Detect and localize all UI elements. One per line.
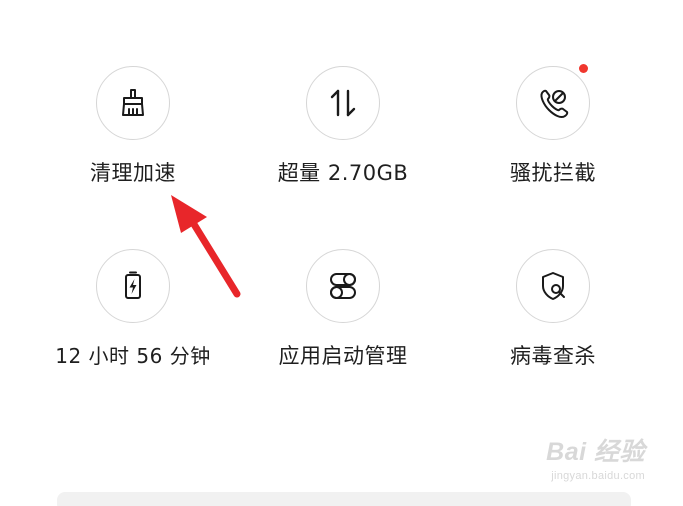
battery-button[interactable] (96, 249, 170, 323)
notification-badge (579, 64, 588, 73)
watermark-url: jingyan.baidu.com (551, 470, 645, 482)
data-usage-button[interactable] (306, 66, 380, 140)
call-block-icon (540, 89, 569, 119)
tile-battery[interactable]: 12 小时 56 分钟 (33, 249, 233, 369)
watermark-logo: Bai 经验 (546, 438, 645, 466)
virus-scan-label: 病毒查杀 (510, 344, 596, 368)
clean-button[interactable] (96, 66, 170, 140)
broom-icon (122, 89, 144, 116)
app-startup-button[interactable] (306, 249, 380, 323)
app-startup-label: 应用启动管理 (278, 344, 408, 368)
screen: 清理加速 超量 2.70GB 骚扰拦截 12 小时 56 分钟 应用启动管理 病… (0, 0, 683, 506)
clean-label: 清理加速 (90, 161, 176, 185)
baidu-watermark: Bai 经验 jingyan.baidu.com (546, 432, 645, 482)
tile-clean-accelerate[interactable]: 清理加速 (33, 66, 233, 187)
tile-harassment-block[interactable]: 骚扰拦截 (453, 64, 653, 187)
bottom-card (57, 492, 631, 506)
tile-app-startup[interactable]: 应用启动管理 (243, 249, 443, 370)
harassment-block-label: 骚扰拦截 (510, 161, 596, 185)
tile-virus-scan[interactable]: 病毒查杀 (453, 249, 653, 370)
data-usage-label: 超量 2.70GB (277, 161, 409, 185)
toggle-switches-icon (330, 273, 356, 299)
battery-label: 12 小时 56 分钟 (55, 344, 211, 368)
harassment-block-button[interactable] (516, 64, 590, 140)
virus-scan-button[interactable] (516, 249, 590, 323)
tile-data-usage[interactable]: 超量 2.70GB (243, 66, 443, 187)
data-transfer-icon (330, 89, 356, 117)
shield-search-icon (542, 272, 565, 300)
battery-charging-icon (125, 271, 141, 299)
